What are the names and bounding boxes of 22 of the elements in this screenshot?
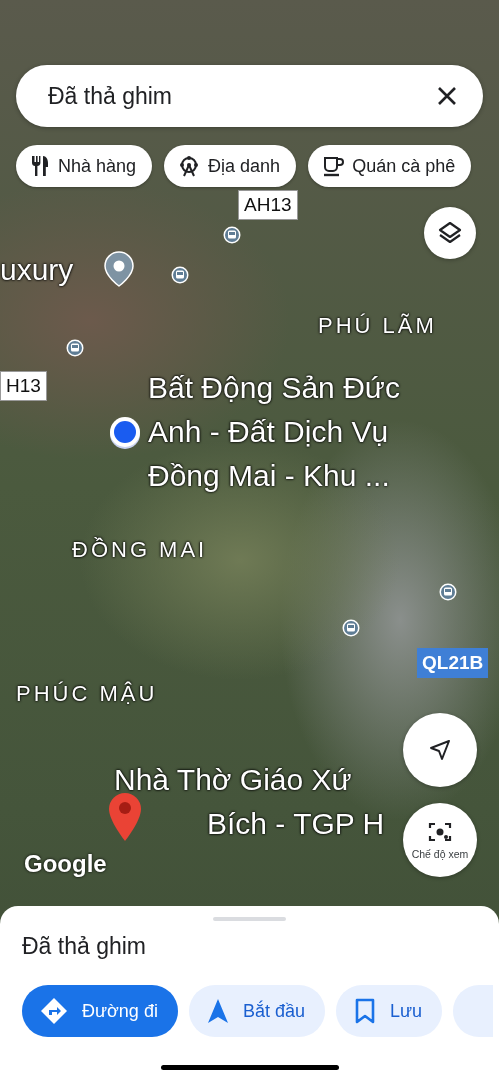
route-shield: H13 <box>6 375 41 397</box>
sheet-title: Đã thả ghim <box>22 933 147 960</box>
search-bar[interactable]: Đã thả ghim <box>16 65 483 127</box>
category-chip[interactable]: Địa danh <box>164 145 297 187</box>
start-button[interactable]: Bắt đầu <box>188 985 325 1037</box>
place-label: Nhà Thờ Giáo Xứ <box>114 762 352 798</box>
area-label: ĐỒNG MAI <box>72 537 208 563</box>
place-label: uxury <box>0 252 74 288</box>
directions-button[interactable]: Đường đi <box>22 985 178 1037</box>
area-label: PHÚC MẬU <box>16 681 158 707</box>
route-shield: AH13 <box>244 194 292 216</box>
place-label: Anh - Đất Dịch Vụ <box>148 414 389 451</box>
category-chip[interactable]: Nhà hàng <box>16 145 153 187</box>
search-text: Đã thả ghim <box>48 82 173 110</box>
save-button[interactable]: Lưu <box>335 985 443 1037</box>
highway-shield: QL21B <box>422 652 484 674</box>
place-label: Bất Động Sản Đức <box>148 370 400 406</box>
place-label: Bích - TGP H <box>207 806 385 843</box>
place-label: Đồng Mai - Khu ... <box>148 458 390 495</box>
area-label: PHÚ LÃM <box>318 313 437 339</box>
google-logo: Google <box>24 850 107 878</box>
category-chip[interactable]: Quán cà phê <box>308 145 472 187</box>
